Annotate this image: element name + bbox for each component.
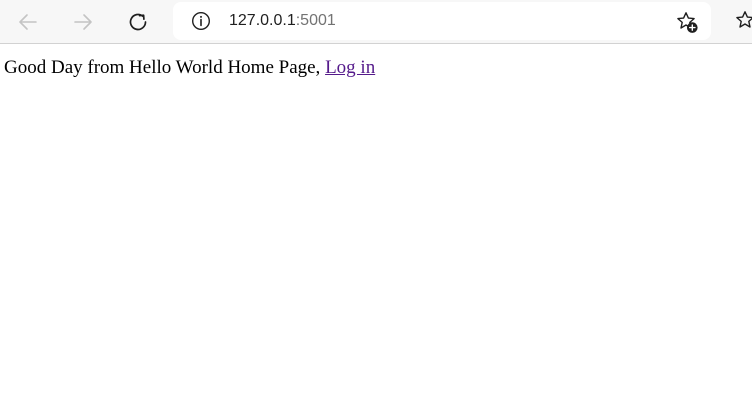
url-port: :5001 [295,12,336,29]
browser-toolbar: 127.0.0.1:5001 [0,0,752,44]
address-bar[interactable]: 127.0.0.1:5001 [173,2,711,40]
url-text[interactable]: 127.0.0.1:5001 [229,11,336,31]
star-list-icon[interactable] [734,9,752,33]
forward-button[interactable] [67,6,99,38]
arrow-left-icon [19,14,37,30]
back-button[interactable] [12,6,44,38]
greeting-text: Good Day from Hello World Home Page, [4,57,321,78]
star-plus-icon[interactable] [675,10,699,34]
reload-button[interactable] [122,6,154,38]
refresh-icon [129,13,147,31]
url-host: 127.0.0.1 [229,12,296,29]
info-icon[interactable] [191,11,211,31]
login-link[interactable]: Log in [325,57,375,78]
arrow-right-icon [74,14,92,30]
page-content: Good Day from Hello World Home Page, Log… [4,56,375,80]
